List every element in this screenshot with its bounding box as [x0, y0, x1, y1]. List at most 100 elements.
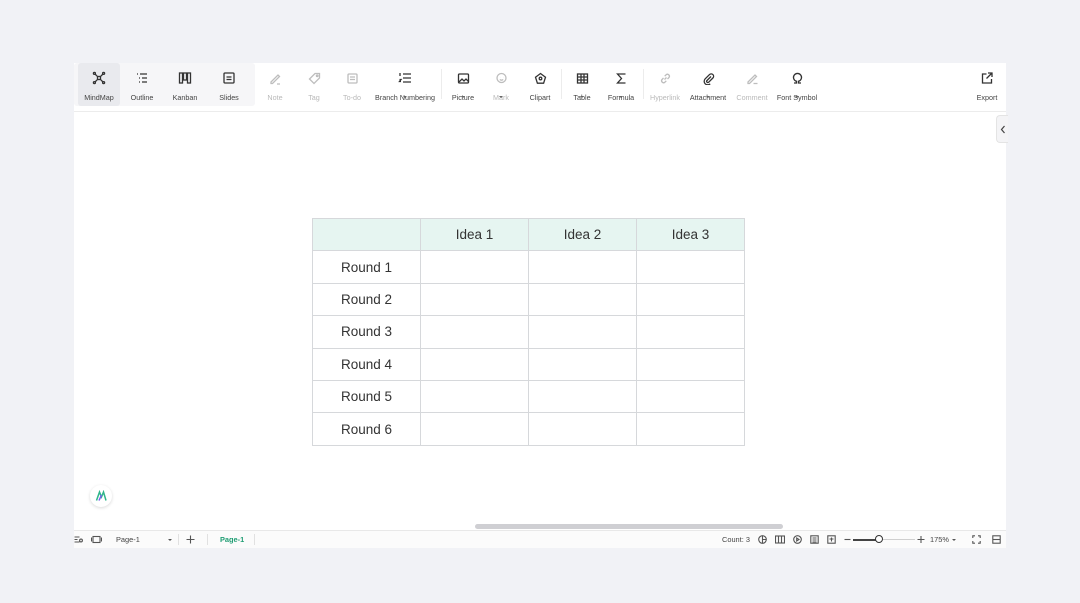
export-label: Export — [976, 93, 998, 102]
todo-button[interactable]: To-do — [339, 63, 365, 106]
table-cell[interactable] — [528, 412, 637, 446]
table-header: Idea 1 Idea 2 Idea 3 — [312, 217, 745, 252]
brainstorm-table[interactable]: Idea 1 Idea 2 Idea 3 Round 1 Round 2 Rou… — [312, 217, 745, 446]
export-icon — [980, 69, 994, 87]
fit-screen-icon — [827, 535, 836, 544]
status-divider — [254, 534, 255, 545]
book-view-button[interactable] — [775, 531, 785, 548]
view-outline-button[interactable]: Outline — [122, 63, 162, 106]
table-cell[interactable] — [420, 347, 529, 381]
table-cell[interactable] — [528, 315, 637, 349]
branch-numbering-button[interactable]: Branch Numbering — [375, 63, 435, 106]
table-cell[interactable] — [420, 315, 529, 349]
hyperlink-label: Hyperlink — [650, 93, 680, 102]
hyperlink-button[interactable]: Hyperlink — [649, 63, 681, 106]
table-cell[interactable] — [636, 412, 745, 446]
play-button[interactable] — [793, 531, 802, 548]
document-icon — [810, 535, 819, 544]
formula-button[interactable]: Formula — [606, 63, 636, 106]
slides-view-button[interactable] — [810, 531, 819, 548]
view-label: MindMap — [84, 93, 114, 102]
font-symbol-icon — [791, 69, 804, 87]
table-header-cell[interactable] — [312, 217, 421, 252]
note-label: Note — [267, 93, 283, 102]
chevron-down-icon — [951, 538, 956, 541]
collapse-panel-button[interactable] — [996, 115, 1008, 143]
export-button[interactable]: Export — [974, 63, 1000, 106]
fullscreen-button[interactable] — [972, 531, 981, 548]
table-cell[interactable] — [420, 412, 529, 446]
attachment-button[interactable]: Attachment — [689, 63, 727, 106]
horizontal-scrollbar[interactable] — [475, 524, 783, 529]
comment-button[interactable]: Comment — [736, 63, 768, 106]
font-symbol-button[interactable]: Font Symbol — [776, 63, 818, 106]
zoom-out-button[interactable] — [844, 531, 851, 548]
ai-assistant-button[interactable] — [90, 485, 112, 507]
table-row: Round 2 — [312, 282, 745, 317]
picture-button[interactable]: Picture — [450, 63, 476, 106]
page-select[interactable]: Page-1 — [116, 531, 172, 548]
toolbar-divider — [561, 69, 562, 99]
table-cell[interactable] — [528, 379, 637, 414]
row-label-cell[interactable]: Round 5 — [312, 379, 421, 414]
table-cell[interactable] — [528, 250, 637, 284]
zoom-slider-handle[interactable] — [875, 535, 884, 543]
chevron-down-icon — [706, 96, 710, 98]
table-cell[interactable] — [528, 282, 637, 317]
row-label-cell[interactable]: Round 3 — [312, 315, 421, 349]
table-header-cell[interactable]: Idea 1 — [420, 217, 529, 252]
plus-icon — [917, 536, 925, 543]
row-label-cell[interactable]: Round 1 — [312, 250, 421, 284]
table-cell[interactable] — [420, 379, 529, 414]
page-select-value: Page-1 — [116, 535, 140, 544]
branch-numbering-icon — [398, 69, 412, 87]
page-tab[interactable]: Page-1 — [220, 531, 244, 548]
chevron-down-icon — [168, 538, 172, 541]
mark-button[interactable]: Mark — [490, 63, 512, 106]
note-button[interactable]: Note — [264, 63, 286, 106]
add-page-button[interactable] — [186, 531, 195, 548]
row-label-cell[interactable]: Round 6 — [312, 412, 421, 446]
status-divider — [178, 534, 179, 545]
minus-icon — [844, 538, 851, 541]
clipart-button[interactable]: Clipart — [527, 63, 553, 106]
view-kanban-button[interactable]: Kanban — [165, 63, 205, 106]
table-row: Round 3 — [312, 315, 745, 349]
chevron-left-icon — [1000, 125, 1005, 133]
table-header-cell[interactable]: Idea 2 — [528, 217, 637, 252]
table-button[interactable]: Table — [570, 63, 594, 106]
plus-icon — [186, 535, 195, 544]
slide-panel-toggle[interactable] — [91, 531, 102, 548]
panel-layout-button[interactable] — [992, 531, 1001, 548]
outline-panel-toggle[interactable] — [74, 531, 83, 548]
table-row: Round 5 — [312, 379, 745, 414]
toolbar: MindMap Outline Kanban Slides Note Tag T… — [74, 63, 1006, 112]
table-cell[interactable] — [636, 250, 745, 284]
table-cell[interactable] — [528, 347, 637, 381]
view-slides-button[interactable]: Slides — [209, 63, 249, 106]
table-cell[interactable] — [636, 347, 745, 381]
slides-icon — [222, 69, 236, 87]
table-cell[interactable] — [636, 282, 745, 317]
table-cell[interactable] — [636, 315, 745, 349]
clipart-label: Clipart — [529, 93, 551, 102]
row-label-cell[interactable]: Round 2 — [312, 282, 421, 317]
clipart-icon — [534, 69, 547, 87]
mark-icon — [495, 69, 508, 87]
view-label: Slides — [219, 93, 239, 102]
fit-view-button[interactable] — [827, 531, 836, 548]
list-toggle-icon — [74, 536, 83, 543]
row-label-cell[interactable]: Round 4 — [312, 347, 421, 381]
table-cell[interactable] — [636, 379, 745, 414]
view-mindmap-button[interactable]: MindMap — [78, 63, 120, 106]
table-cell[interactable] — [420, 250, 529, 284]
zoom-level-select[interactable]: 175% — [930, 531, 956, 548]
theme-button[interactable] — [758, 531, 767, 548]
zoom-in-button[interactable] — [917, 531, 925, 548]
tag-button[interactable]: Tag — [303, 63, 325, 106]
table-header-cell[interactable]: Idea 3 — [636, 217, 745, 252]
chevron-down-icon — [499, 96, 503, 98]
table-body: Round 1 Round 2 Round 3 Round 4 Round 5 … — [312, 250, 745, 446]
table-cell[interactable] — [420, 282, 529, 317]
play-icon — [793, 535, 802, 544]
